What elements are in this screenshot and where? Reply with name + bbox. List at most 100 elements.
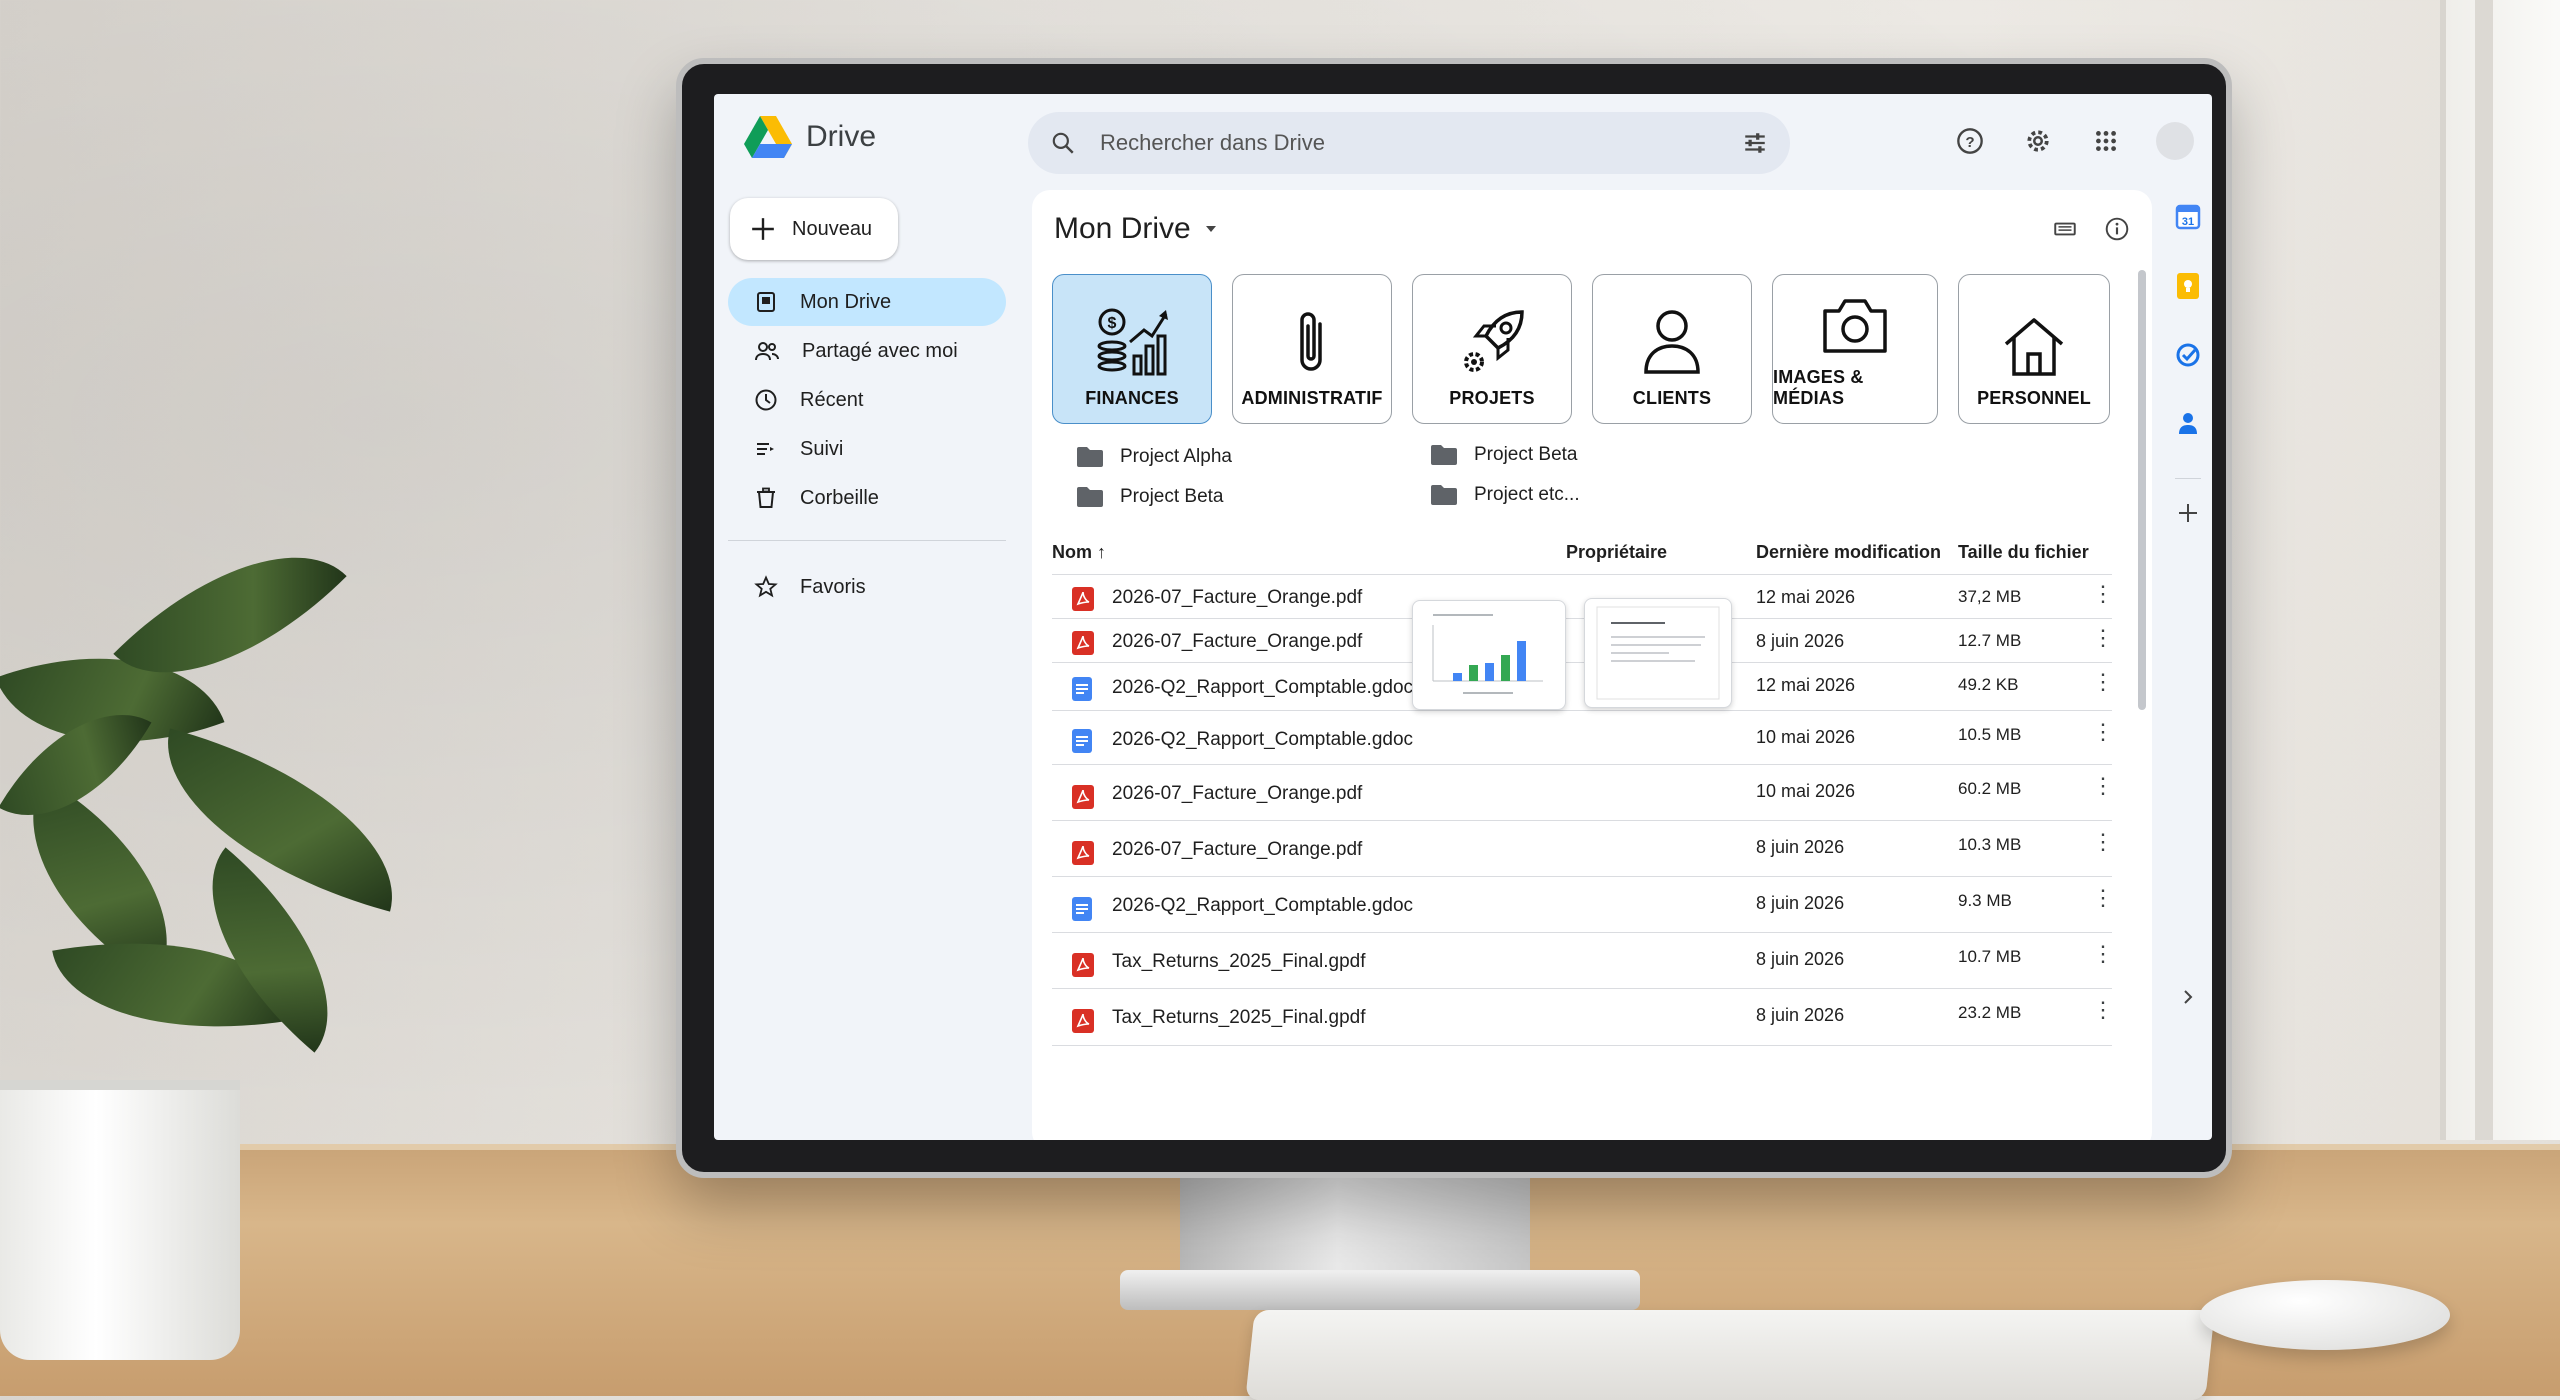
- sidebar-item-trash[interactable]: Corbeille: [728, 474, 1006, 522]
- search-options-icon[interactable]: [1742, 130, 1768, 156]
- list-view-icon[interactable]: [2052, 216, 2078, 242]
- contacts-icon[interactable]: [2176, 410, 2200, 436]
- file-modified: 8 juin 2026: [1756, 893, 1845, 913]
- tile-administratif[interactable]: ADMINISTRATIF: [1232, 274, 1392, 424]
- main-content: Mon Drive $ FINANCES ADMINISTRATIF PROJE…: [1032, 190, 2152, 1140]
- sidebar-item-shared[interactable]: Partagé avec moi: [728, 327, 1006, 375]
- folder-item[interactable]: Project Alpha: [1076, 446, 1232, 468]
- folder-icon: [1077, 487, 1103, 507]
- tile-label: CLIENTS: [1632, 388, 1712, 408]
- trash-icon: [757, 487, 775, 508]
- app-name: Drive: [806, 120, 877, 153]
- avatar[interactable]: [2156, 122, 2194, 160]
- chevron-down-icon[interactable]: [1203, 221, 1219, 237]
- file-name: 2026-Q2_Rapport_Comptable.gdoc: [1112, 895, 1414, 916]
- more-options-icon[interactable]: ⋮: [2092, 885, 2114, 911]
- folder-label: Project Beta: [1120, 486, 1224, 507]
- drive-icon: [757, 292, 775, 312]
- add-icon[interactable]: [2176, 501, 2200, 525]
- pdf-file-icon: [1072, 1009, 1094, 1033]
- folder-item[interactable]: Project Beta: [1430, 444, 1578, 466]
- chart-preview-thumbnail[interactable]: [1412, 600, 1566, 710]
- table-row[interactable]: 2026-Q2_Rapport_Comptable.gdoc 8 juin 20…: [1052, 876, 2114, 933]
- tile-finances[interactable]: $ FINANCES: [1052, 274, 1212, 424]
- table-row[interactable]: 2026-07_Facture_Orange.pdf 12 mai 2026 3…: [1052, 574, 2114, 619]
- column-owner[interactable]: Propriétaire: [1566, 542, 1667, 563]
- table-row[interactable]: 2026-07_Facture_Orange.pdf 8 juin 2026 1…: [1052, 618, 2114, 663]
- column-name[interactable]: Nom ↑: [1052, 542, 1106, 563]
- folder-item[interactable]: Project Beta: [1076, 486, 1224, 508]
- file-size: 49.2 KB: [1958, 675, 2019, 694]
- star-icon: [754, 575, 778, 598]
- file-size: 10.7 MB: [1958, 947, 2022, 966]
- tile-images-medias[interactable]: IMAGES & MÉDIAS: [1772, 274, 1938, 424]
- sidebar-nav: Mon Drive Partagé avec moi Récent Suivi …: [728, 278, 1006, 612]
- file-name: 2026-07_Facture_Orange.pdf: [1112, 839, 1363, 860]
- more-options-icon[interactable]: ⋮: [2092, 669, 2114, 695]
- sidebar-item-favorites[interactable]: Favoris: [728, 563, 1006, 611]
- chevron-right-icon[interactable]: [2178, 987, 2198, 1007]
- info-icon[interactable]: [2104, 216, 2130, 242]
- help-icon[interactable]: ?: [1952, 123, 1988, 159]
- window-mullion: [2475, 0, 2493, 1140]
- file-size: 10.5 MB: [1958, 725, 2022, 744]
- table-row[interactable]: 2026-Q2_Rapport_Comptable.gdoc 12 mai 20…: [1052, 662, 2114, 711]
- file-modified: 10 mai 2026: [1756, 781, 1856, 801]
- plus-icon: [752, 218, 774, 240]
- more-options-icon[interactable]: ⋮: [2092, 829, 2114, 855]
- camera-icon: [1823, 299, 1887, 353]
- keep-icon[interactable]: [2176, 272, 2200, 300]
- sidebar-item-recent[interactable]: Récent: [728, 376, 1006, 424]
- more-options-icon[interactable]: ⋮: [2092, 581, 2114, 607]
- more-options-icon[interactable]: ⋮: [2092, 773, 2114, 799]
- more-options-icon[interactable]: ⋮: [2092, 625, 2114, 651]
- settings-gear-icon[interactable]: [2020, 123, 2056, 159]
- search-input[interactable]: [1098, 129, 1742, 157]
- new-button[interactable]: Nouveau: [730, 198, 898, 260]
- paperclip-icon: [1300, 312, 1322, 371]
- document-thumbnail-icon: [1596, 606, 1720, 700]
- tasks-icon[interactable]: [2175, 342, 2201, 368]
- table-row[interactable]: 2026-Q2_Rapport_Comptable.gdoc 10 mai 20…: [1052, 710, 2114, 765]
- tile-label: ADMINISTRATIF: [1241, 388, 1383, 408]
- document-preview-thumbnail[interactable]: [1584, 598, 1732, 708]
- tile-personnel[interactable]: PERSONNEL: [1958, 274, 2110, 424]
- more-options-icon[interactable]: ⋮: [2092, 997, 2114, 1023]
- sidebar-item-label: Favoris: [800, 575, 866, 598]
- file-modified: 10 mai 2026: [1756, 727, 1856, 747]
- page-title[interactable]: Mon Drive: [1054, 212, 1219, 246]
- sidebar-item-mon-drive[interactable]: Mon Drive: [728, 278, 1006, 326]
- file-size: 9.3 MB: [1958, 891, 2012, 910]
- tile-clients[interactable]: CLIENTS: [1592, 274, 1752, 424]
- more-options-icon[interactable]: ⋮: [2092, 941, 2114, 967]
- column-modified[interactable]: Dernière modification: [1756, 542, 1941, 563]
- pdf-file-icon: [1072, 587, 1094, 611]
- window-frame: [2440, 0, 2560, 1140]
- column-size[interactable]: Taille du fichier: [1958, 542, 2089, 563]
- tile-label: IMAGES & MÉDIAS: [1773, 367, 1864, 408]
- scrollbar[interactable]: [2138, 270, 2146, 710]
- file-name: Tax_Returns_2025_Final.gpdf: [1112, 1007, 1366, 1028]
- file-name: 2026-07_Facture_Orange.pdf: [1112, 587, 1363, 608]
- file-modified: 8 juin 2026: [1756, 949, 1845, 969]
- table-row[interactable]: 2026-07_Facture_Orange.pdf 10 mai 2026 6…: [1052, 764, 2114, 821]
- monitor-stand-base: [1120, 1270, 1640, 1310]
- apps-grid-icon[interactable]: [2088, 123, 2124, 159]
- sidebar-item-suivi[interactable]: Suivi: [728, 425, 1006, 473]
- calendar-icon[interactable]: 31: [2175, 204, 2201, 230]
- search-bar[interactable]: [1028, 112, 1790, 174]
- table-row[interactable]: Tax_Returns_2025_Final.gpdf 8 juin 2026 …: [1052, 988, 2114, 1046]
- file-modified: 12 mai 2026: [1756, 587, 1856, 607]
- folder-item[interactable]: Project etc...: [1430, 484, 1580, 506]
- sidebar-item-label: Suivi: [800, 437, 844, 460]
- folder-icon: [1431, 485, 1457, 505]
- table-row[interactable]: 2026-07_Facture_Orange.pdf 8 juin 2026 1…: [1052, 820, 2114, 877]
- folder-label: Project etc...: [1474, 484, 1580, 505]
- tile-projets[interactable]: PROJETS: [1412, 274, 1572, 424]
- drive-logo[interactable]: Drive: [744, 116, 876, 158]
- table-row[interactable]: Tax_Returns_2025_Final.gpdf 8 juin 2026 …: [1052, 932, 2114, 989]
- list-icon: [757, 443, 774, 455]
- search-icon[interactable]: [1050, 130, 1076, 156]
- more-options-icon[interactable]: ⋮: [2092, 719, 2114, 745]
- folder-label: Project Alpha: [1120, 446, 1232, 467]
